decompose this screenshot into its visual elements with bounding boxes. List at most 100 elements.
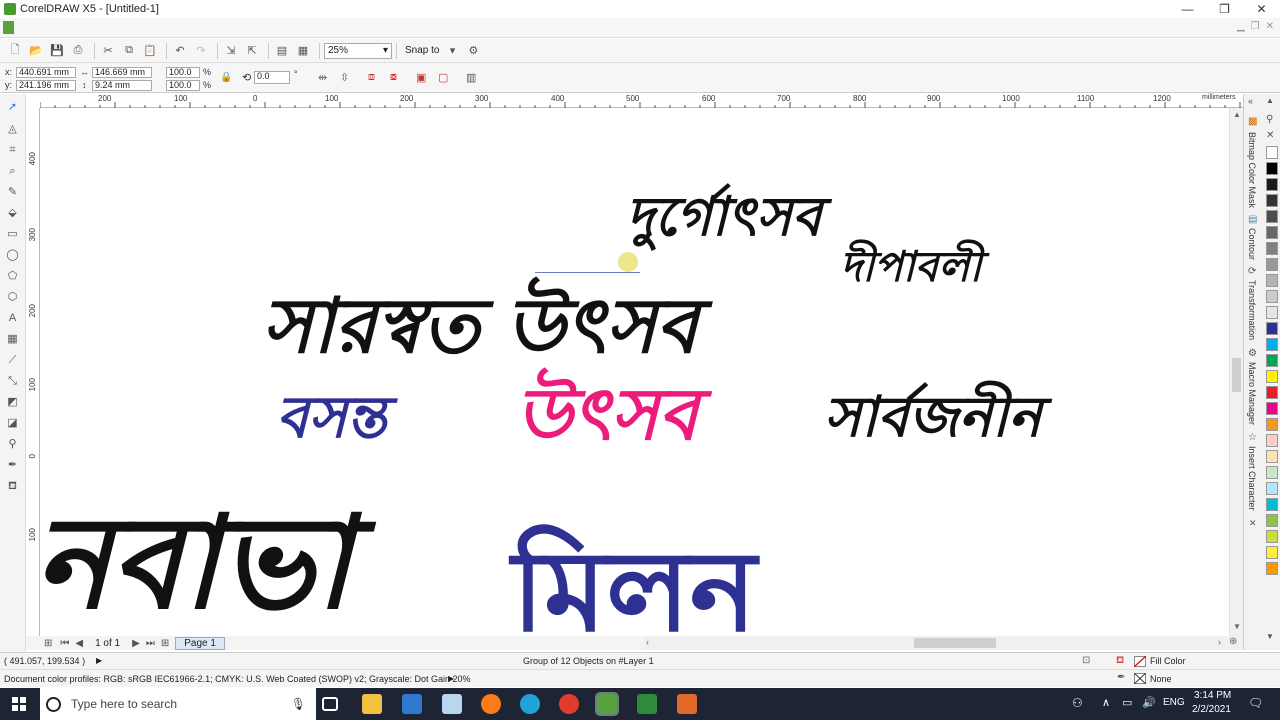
shape-tool-icon[interactable]: ◬ xyxy=(5,122,20,136)
page-tab[interactable]: Page 1 xyxy=(175,636,225,650)
basic-shapes-icon[interactable]: ⬡ xyxy=(5,290,20,304)
maximize-button[interactable]: ❐ xyxy=(1206,0,1243,18)
close-docker-icon[interactable]: ✕ xyxy=(1249,518,1257,529)
next-page-icon[interactable]: ▶ xyxy=(132,638,140,649)
color-swatch[interactable] xyxy=(1266,434,1278,447)
fill-bucket-icon[interactable]: ⛾ xyxy=(1116,655,1124,668)
color-swatch[interactable] xyxy=(1266,354,1278,367)
docker-tab-contour[interactable]: Contour xyxy=(1247,228,1257,260)
contour-icon[interactable]: ▤ xyxy=(1248,214,1257,225)
color-swatch[interactable] xyxy=(1266,322,1278,335)
cut-icon[interactable]: ✂ xyxy=(99,42,117,60)
fill-tool-icon[interactable]: ⛾ xyxy=(5,479,20,493)
docker-tab-bitmap-color-mask[interactable]: Bitmap Color Mask xyxy=(1247,132,1257,208)
ungroup-icon[interactable]: ⧇ xyxy=(390,71,397,84)
folder-icon[interactable] xyxy=(442,694,462,714)
color-swatch[interactable] xyxy=(1266,242,1278,255)
color-swatch[interactable] xyxy=(1266,386,1278,399)
scroll-left-icon[interactable]: ‹ xyxy=(646,637,649,647)
color-swatch[interactable] xyxy=(1266,226,1278,239)
outline-pen-icon[interactable]: ✒ xyxy=(1117,672,1125,683)
windows-start-icon[interactable] xyxy=(12,697,26,711)
text-utsab[interactable]: উৎসব xyxy=(516,378,698,450)
horizontal-scroll-thumb[interactable] xyxy=(914,638,996,648)
open-icon[interactable]: 📂 xyxy=(27,42,45,60)
vertical-scroll-thumb[interactable] xyxy=(1232,358,1241,392)
doc-minimize-icon[interactable]: ▁ xyxy=(1237,21,1245,32)
speaker-icon[interactable]: 🔊 xyxy=(1142,696,1156,709)
text-basanta[interactable]: বসন্ত xyxy=(276,388,387,446)
new-document-icon[interactable]: 🗋 xyxy=(6,42,24,60)
color-swatch[interactable] xyxy=(1266,274,1278,287)
mail-icon[interactable] xyxy=(402,694,422,714)
expand-icon[interactable]: ▶ xyxy=(96,656,102,665)
navigator-icon[interactable]: ⊕ xyxy=(1229,636,1237,647)
paste-icon[interactable]: 📋 xyxy=(141,42,159,60)
vertical-ruler[interactable]: 400 300 200 100 0 100 xyxy=(26,108,40,636)
color-swatch[interactable] xyxy=(1266,530,1278,543)
lock-ratio-icon[interactable]: 🔒 xyxy=(220,72,232,83)
text-tool-icon[interactable]: A xyxy=(5,311,20,325)
break-apart-icon[interactable]: ▢ xyxy=(438,71,448,84)
language-indicator[interactable]: ENG xyxy=(1163,697,1185,708)
import-icon[interactable]: ⇲ xyxy=(222,42,240,60)
scale-height-field[interactable]: 100.0 xyxy=(166,80,200,91)
doc-close-icon[interactable]: ✕ xyxy=(1266,21,1274,32)
crop-tool-icon[interactable]: ⌗ xyxy=(5,143,20,157)
application-launcher-icon[interactable]: ▤ xyxy=(273,42,291,60)
scale-width-field[interactable]: 100.0 xyxy=(166,67,200,78)
macro-manager-icon[interactable]: ⚙ xyxy=(1248,348,1257,359)
insert-character-icon[interactable]: ☆ xyxy=(1248,432,1257,443)
task-view-icon[interactable] xyxy=(322,697,338,711)
options-icon[interactable]: ⚙ xyxy=(464,42,482,60)
snap-to-menu[interactable]: Snap to xyxy=(405,45,439,56)
color-swatch[interactable] xyxy=(1266,514,1278,527)
drawing-canvas[interactable]: দুর্গোৎসব দীপাবলী সারস্বত উৎসব বসন্ত উৎস… xyxy=(40,108,1229,636)
ellipse-tool-icon[interactable]: ◯ xyxy=(5,248,20,262)
mirror-vertical-icon[interactable]: ⇳ xyxy=(340,71,349,84)
bitmap-color-mask-icon[interactable]: ▩ xyxy=(1248,116,1257,127)
dimension-tool-icon[interactable]: ⟋ xyxy=(5,353,20,367)
transparency-tool-icon[interactable]: ◪ xyxy=(5,416,20,430)
no-color-icon[interactable]: ✕ xyxy=(1266,130,1274,141)
color-swatch[interactable] xyxy=(1266,450,1278,463)
horizontal-scrollbar[interactable]: ‹ › ⊕ xyxy=(644,636,1243,650)
width-field[interactable]: 146.669 mm xyxy=(92,67,152,78)
coreldraw-taskbar-icon[interactable] xyxy=(595,692,619,716)
welcome-screen-icon[interactable]: ▦ xyxy=(294,42,312,60)
mirror-horizontal-icon[interactable]: ⇹ xyxy=(318,71,327,84)
color-swatch[interactable] xyxy=(1266,482,1278,495)
color-swatch[interactable] xyxy=(1266,466,1278,479)
microphone-icon[interactable]: 🎙 xyxy=(291,697,306,711)
pick-tool-icon[interactable]: ➚ xyxy=(5,100,20,114)
color-swatch[interactable] xyxy=(1266,338,1278,351)
snap-icon[interactable]: ⊡ xyxy=(1082,655,1090,666)
connector-tool-icon[interactable]: ⤡ xyxy=(5,374,20,388)
smart-fill-icon[interactable]: ⬙ xyxy=(5,206,20,220)
palette-scroll-up-icon[interactable]: ▲ xyxy=(1266,96,1274,105)
text-milan[interactable]: মিলন xyxy=(512,536,757,636)
eyedropper-tool-icon[interactable]: ⚲ xyxy=(5,437,20,451)
zoom-tool-icon[interactable]: ⌕ xyxy=(5,164,20,178)
add-page-after-icon[interactable]: ⊞ xyxy=(161,638,169,649)
color-swatch[interactable] xyxy=(1266,370,1278,383)
last-page-icon[interactable]: ⏭ xyxy=(146,638,155,649)
color-swatch[interactable] xyxy=(1266,562,1278,575)
outline-tool-icon[interactable]: ✒ xyxy=(5,458,20,472)
combine-icon[interactable]: ▣ xyxy=(416,71,426,84)
x-position-field[interactable]: 440.691 mm xyxy=(16,67,76,78)
add-page-icon[interactable]: ⊞ xyxy=(44,638,52,649)
color-swatch[interactable] xyxy=(1266,498,1278,511)
doc-restore-icon[interactable]: ❐ xyxy=(1251,21,1260,32)
clock-time[interactable]: 3:14 PM xyxy=(1194,690,1231,701)
color-swatch[interactable] xyxy=(1266,146,1278,159)
zoom-level-select[interactable]: 25% ▾ xyxy=(324,42,392,59)
battery-icon[interactable]: ▭ xyxy=(1122,696,1132,709)
color-swatch[interactable] xyxy=(1266,306,1278,319)
chrome-icon[interactable] xyxy=(559,694,579,714)
docker-tab-insert-character[interactable]: Insert Character xyxy=(1247,446,1257,511)
collapse-dockers-icon[interactable]: « xyxy=(1248,96,1253,106)
color-swatch[interactable] xyxy=(1266,194,1278,207)
horizontal-ruler[interactable]: 200 100 0 100 200 300 400 500 600 700 80… xyxy=(40,94,1243,108)
chevron-down-icon[interactable]: ▾ xyxy=(443,42,461,60)
